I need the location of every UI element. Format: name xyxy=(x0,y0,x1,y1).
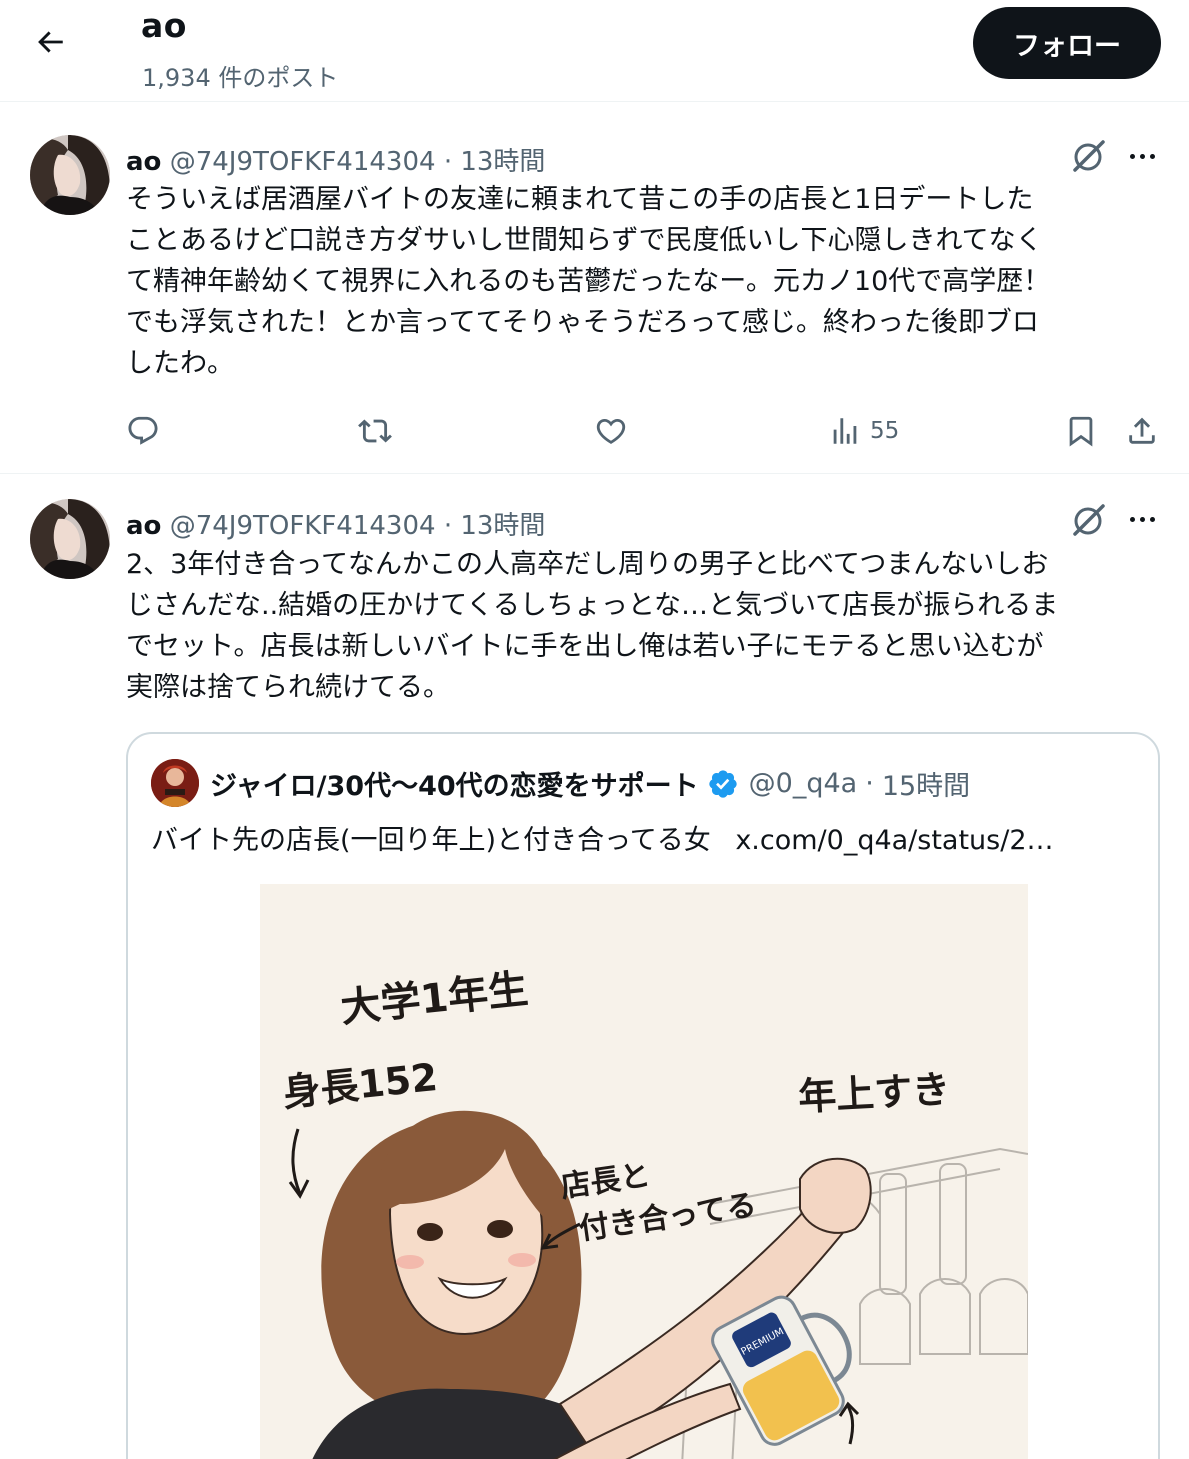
like-icon xyxy=(596,418,626,444)
more-icon[interactable] xyxy=(1122,504,1162,534)
timestamp[interactable]: 13時間 xyxy=(460,511,545,541)
quote-text-body: バイト先の店長(一回り年上)と付き合ってる女 xyxy=(151,825,711,856)
tweet[interactable]: ao @74J9TOFKF414304 · 13時間 そういえば居酒屋バイトの友… xyxy=(0,103,1189,474)
tweet-line: したわ。 xyxy=(126,348,234,379)
tweet-line: て精神年齢幼くて視界に入れるのも苦鬱だったなー。元カノ10代で高学歴！ xyxy=(126,266,1051,297)
author-name[interactable]: ao xyxy=(126,147,161,177)
tweet[interactable]: ao @74J9TOFKF414304 · 13時間 2、3年付き合ってなんかこ… xyxy=(0,475,1189,1459)
back-button[interactable] xyxy=(22,20,78,64)
tweet-meta: ao @74J9TOFKF414304 · 13時間 xyxy=(126,141,545,178)
quote-author-name[interactable]: ジャイロ/30代〜40代の恋愛をサポート xyxy=(210,764,699,803)
follow-button[interactable]: フォロー xyxy=(973,7,1161,79)
author-handle[interactable]: @74J9TOFKF414304 xyxy=(170,511,436,541)
repost-icon xyxy=(358,419,392,443)
views-count: 55 xyxy=(870,418,900,444)
reply-button[interactable] xyxy=(126,408,160,454)
reply-icon xyxy=(128,416,158,445)
post-count: 1,934 件のポスト xyxy=(142,64,339,92)
profile-header: ao 1,934 件のポスト フォロー xyxy=(0,0,1189,102)
tweet-line: 2、3年付き合ってなんかこの人高卒だし周りの男子と比べてつまんないしお xyxy=(126,549,1049,580)
quote-media-illustration[interactable]: PREMIUM 大学1年生 身長152 年上すき 店長と 付き合ってる xyxy=(260,884,1028,1459)
illustration-label-likes: 年上すき xyxy=(797,1067,952,1119)
quote-link[interactable]: x.com/0_q4a/status/2… xyxy=(735,825,1053,856)
tweet-line: でセット。店長は新しいバイトに手を出し俺は若い子にモテると思い込むが xyxy=(126,631,1044,662)
share-button[interactable] xyxy=(1125,408,1159,454)
views-icon xyxy=(833,418,857,444)
separator-dot: · xyxy=(865,768,874,799)
quote-text: バイト先の店長(一回り年上)と付き合ってる女 x.com/0_q4a/statu… xyxy=(151,818,1054,857)
verified-badge-icon xyxy=(709,769,737,798)
author-handle[interactable]: @74J9TOFKF414304 xyxy=(170,147,436,177)
tweet-line: じさんだな..結婚の圧かけてくるしちょっとな…と気づいて店長が振られるま xyxy=(126,590,1059,621)
separator-dot: · xyxy=(443,511,453,541)
bookmark-icon xyxy=(1069,416,1093,447)
timestamp[interactable]: 13時間 xyxy=(460,147,545,177)
quote-meta: ジャイロ/30代〜40代の恋愛をサポート @0_q4a · 15時間 xyxy=(210,764,970,803)
tweet-text: 2、3年付き合ってなんかこの人高卒だし周りの男子と比べてつまんないしお じさんだ… xyxy=(126,544,1156,708)
bookmark-button[interactable] xyxy=(1064,408,1098,454)
views-button[interactable]: 55 xyxy=(828,408,899,454)
tweet-line: 実際は捨てられ続けてる。 xyxy=(126,672,450,703)
avatar[interactable] xyxy=(30,135,110,215)
tweet-line: そういえば居酒屋バイトの友達に頼まれて昔この手の店長と1日デートした xyxy=(126,184,1034,215)
back-arrow-icon xyxy=(38,31,63,53)
tweet-actions: 55 xyxy=(0,408,1189,454)
separator-dot: · xyxy=(443,147,453,177)
grok-icon[interactable] xyxy=(1070,137,1108,175)
profile-name: ao xyxy=(141,6,187,45)
quote-author-handle[interactable]: @0_q4a xyxy=(749,768,858,799)
grok-icon[interactable] xyxy=(1070,501,1108,539)
tweet-line: でも浮気された！とか言っててそりゃそうだろって感じ。終わった後即ブロ xyxy=(126,307,1039,338)
quote-avatar[interactable] xyxy=(151,759,199,807)
like-button[interactable] xyxy=(594,408,628,454)
tweet-line: ことあるけど口説き方ダサいし世間知らずで民度低いし下心隠しきれてなく xyxy=(126,225,1043,256)
repost-button[interactable] xyxy=(358,408,392,454)
tweet-meta: ao @74J9TOFKF414304 · 13時間 xyxy=(126,505,545,542)
tweet-text: そういえば居酒屋バイトの友達に頼まれて昔この手の店長と1日デートした ことあるけ… xyxy=(126,179,1156,384)
avatar[interactable] xyxy=(30,499,110,579)
share-icon xyxy=(1129,417,1155,444)
more-icon[interactable] xyxy=(1122,141,1162,171)
quote-timestamp[interactable]: 15時間 xyxy=(882,764,970,803)
quoted-tweet[interactable]: ジャイロ/30代〜40代の恋愛をサポート @0_q4a · 15時間 バイト先の… xyxy=(126,732,1160,1459)
author-name[interactable]: ao xyxy=(126,511,161,541)
